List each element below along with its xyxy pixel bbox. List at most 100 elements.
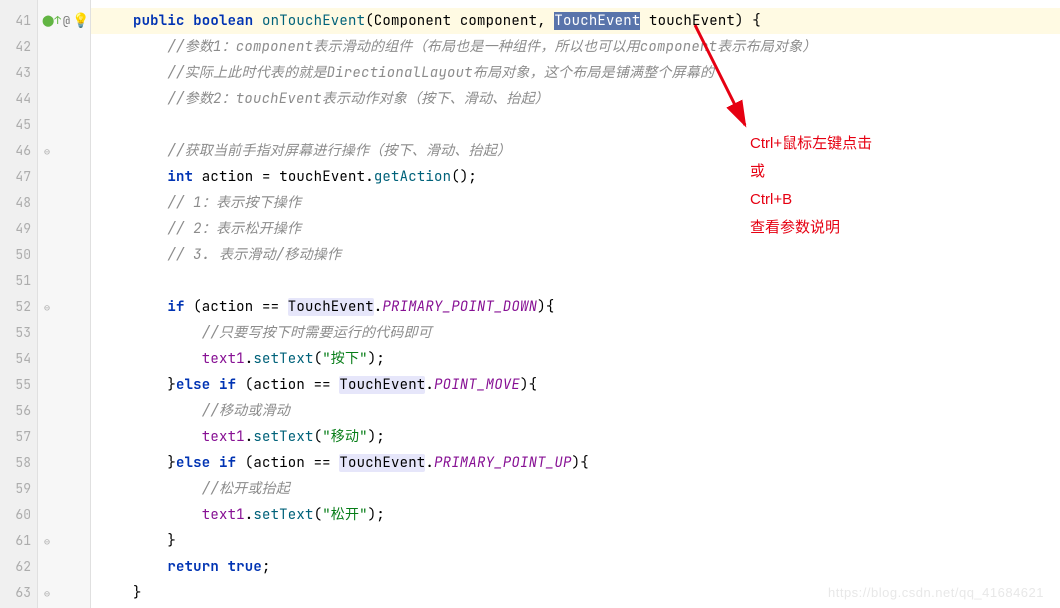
token-plain xyxy=(99,428,202,446)
token-plain: ); xyxy=(368,506,385,524)
token-plain: ( xyxy=(314,350,323,368)
gutter-marks-row: ⊖ xyxy=(38,138,90,164)
token-plain: = xyxy=(253,168,279,186)
code-line[interactable]: } xyxy=(91,528,1060,554)
line-number: 58 xyxy=(0,450,37,476)
code-line[interactable]: //实际上此时代表的就是DirectionalLayout布局对象，这个布局是铺… xyxy=(91,60,1060,86)
code-line[interactable]: // 3. 表示滑动/移动操作 xyxy=(91,242,1060,268)
gutter-marks-row xyxy=(38,450,90,476)
fold-toggle-icon[interactable]: ⊖ xyxy=(42,535,50,548)
token-plain xyxy=(99,480,202,498)
intention-bulb-icon[interactable]: 💡 xyxy=(72,12,89,30)
line-number-gutter: 4142434445464748495051525354555657585960… xyxy=(0,0,38,608)
token-plain: , xyxy=(537,12,554,30)
token-plain: ) { xyxy=(735,12,761,30)
token-str: "松开" xyxy=(322,506,368,524)
token-plain xyxy=(99,324,202,342)
token-fld: text1 xyxy=(202,350,245,368)
token-id: action xyxy=(202,168,254,186)
token-plain: ; xyxy=(262,558,271,576)
gutter-marks-row xyxy=(38,164,90,190)
token-prm: touchEvent xyxy=(649,12,735,30)
code-line[interactable]: //松开或抬起 xyxy=(91,476,1060,502)
run-gutter-icon[interactable]: ⬤↑ xyxy=(42,14,61,28)
code-line[interactable]: }else if (action == TouchEvent.PRIMARY_P… xyxy=(91,450,1060,476)
token-plain xyxy=(99,558,168,576)
code-line[interactable] xyxy=(91,268,1060,294)
gutter-marks-row xyxy=(38,268,90,294)
code-line[interactable]: // 1：表示按下操作 xyxy=(91,190,1060,216)
token-hlword: TouchEvent xyxy=(288,298,374,316)
token-plain: ); xyxy=(368,428,385,446)
token-kw: public xyxy=(133,12,185,30)
code-line[interactable]: return true; xyxy=(91,554,1060,580)
code-line[interactable]: text1.setText("松开"); xyxy=(91,502,1060,528)
fold-toggle-icon[interactable]: ⊖ xyxy=(42,301,50,314)
code-editor[interactable]: 4142434445464748495051525354555657585960… xyxy=(0,0,1060,608)
code-line[interactable]: //只要写按下时需要运行的代码即可 xyxy=(91,320,1060,346)
code-line[interactable]: }else if (action == TouchEvent.POINT_MOV… xyxy=(91,372,1060,398)
gutter-marks-row xyxy=(38,320,90,346)
fold-toggle-icon[interactable]: ⊖ xyxy=(42,587,50,600)
token-plain xyxy=(99,168,168,186)
token-kw: else if xyxy=(176,376,236,394)
gutter-marks-row xyxy=(38,476,90,502)
token-plain: . xyxy=(425,454,434,472)
gutter-marks-row: ⊖ xyxy=(38,528,90,554)
token-cm: // 2：表示松开操作 xyxy=(167,220,301,238)
code-line[interactable]: //参数1：component表示滑动的组件（布局也是一种组件，所以也可以用co… xyxy=(91,34,1060,60)
annotation-line: Ctrl+鼠标左键点击 xyxy=(750,130,872,158)
token-cm: //参数1：component表示滑动的组件（布局也是一种组件，所以也可以用co… xyxy=(167,38,816,56)
line-number: 41 xyxy=(0,8,37,34)
token-plain xyxy=(99,12,133,30)
gutter-marks-row xyxy=(38,190,90,216)
code-line[interactable]: if (action == TouchEvent.PRIMARY_POINT_D… xyxy=(91,294,1060,320)
code-line[interactable]: text1.setText("移动"); xyxy=(91,424,1060,450)
annotation-line: Ctrl+B xyxy=(750,186,872,214)
token-plain: ){ xyxy=(520,376,537,394)
line-number: 55 xyxy=(0,372,37,398)
token-plain xyxy=(640,12,649,30)
line-number: 46 xyxy=(0,138,37,164)
token-id: action xyxy=(202,298,254,316)
code-line[interactable]: //移动或滑动 xyxy=(91,398,1060,424)
token-fn: setText xyxy=(253,350,313,368)
line-number: 56 xyxy=(0,398,37,424)
code-area[interactable]: public boolean onTouchEvent(Component co… xyxy=(91,0,1060,608)
token-fn: setText xyxy=(253,506,313,524)
token-cst: PRIMARY_POINT_UP xyxy=(434,454,572,472)
code-line[interactable]: // 2：表示松开操作 xyxy=(91,216,1060,242)
code-line[interactable]: text1.setText("按下"); xyxy=(91,346,1060,372)
annotation-line: 查看参数说明 xyxy=(750,214,872,242)
line-number: 50 xyxy=(0,242,37,268)
code-line[interactable]: //获取当前手指对屏幕进行操作（按下、滑动、抬起） xyxy=(91,138,1060,164)
line-number: 61 xyxy=(0,528,37,554)
override-gutter-icon[interactable]: @ xyxy=(63,13,70,29)
code-line[interactable]: int action = touchEvent.getAction(); xyxy=(91,164,1060,190)
token-plain xyxy=(193,168,202,186)
line-number: 62 xyxy=(0,554,37,580)
watermark: https://blog.csdn.net/qq_41684621 xyxy=(828,585,1044,600)
token-plain: ( xyxy=(314,428,323,446)
gutter-marks-row xyxy=(38,112,90,138)
token-id: action xyxy=(253,454,305,472)
gutter-marks-row xyxy=(38,502,90,528)
token-plain: } xyxy=(99,454,176,472)
token-hlword: TouchEvent xyxy=(339,376,425,394)
marker-gutter: ⬤↑@💡 ⊖ ⊖ ⊖ ⊖ xyxy=(38,0,91,608)
token-cm: //获取当前手指对屏幕进行操作（按下、滑动、抬起） xyxy=(167,142,511,160)
code-line[interactable] xyxy=(91,112,1060,138)
code-line[interactable]: public boolean onTouchEvent(Component co… xyxy=(91,8,1060,34)
token-cst: PRIMARY_POINT_DOWN xyxy=(382,298,537,316)
token-hlword: TouchEvent xyxy=(339,454,425,472)
line-number: 54 xyxy=(0,346,37,372)
code-line[interactable]: //参数2：touchEvent表示动作对象（按下、滑动、抬起） xyxy=(91,86,1060,112)
gutter-marks-row xyxy=(38,242,90,268)
fold-toggle-icon[interactable]: ⊖ xyxy=(42,145,50,158)
token-plain xyxy=(99,298,168,316)
gutter-marks-row xyxy=(38,34,90,60)
token-cm: //移动或滑动 xyxy=(202,402,290,420)
token-plain xyxy=(99,246,168,264)
line-number: 53 xyxy=(0,320,37,346)
token-plain xyxy=(185,12,194,30)
